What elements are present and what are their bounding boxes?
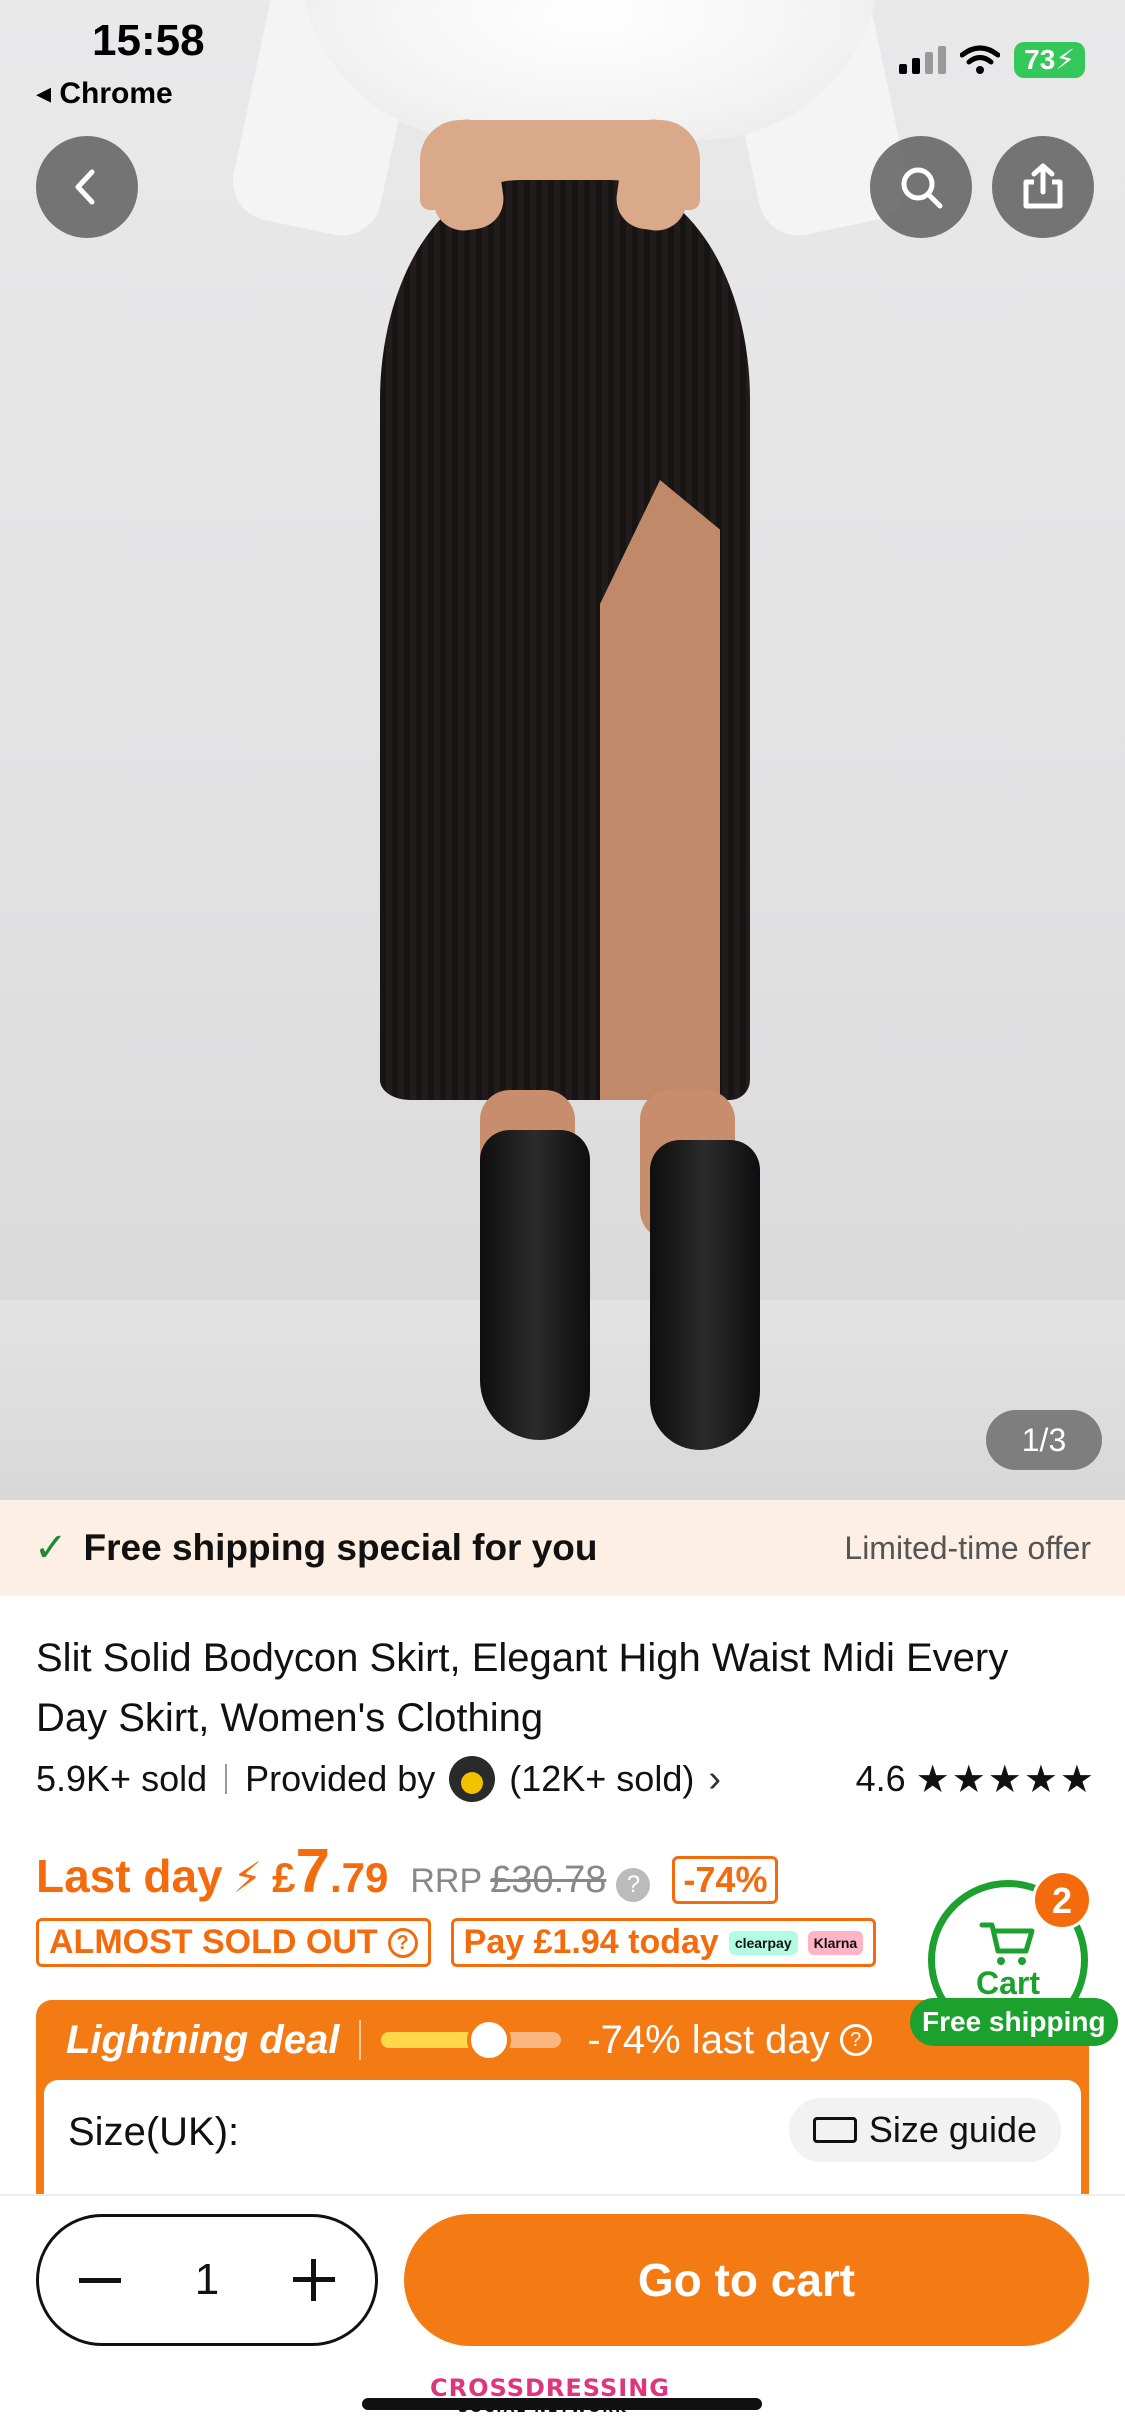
deal-discount-text: -74% last day [587, 2017, 830, 2062]
wifi-icon [960, 45, 1001, 74]
chevron-left-icon [75, 169, 95, 205]
seller-avatar[interactable] [449, 1756, 496, 1802]
image-leg-slit [600, 480, 720, 1100]
divider [359, 2020, 362, 2060]
clock-icon [467, 2018, 512, 2062]
rating[interactable]: 4.6 ★★★★★ [856, 1757, 1096, 1802]
size-guide-label: Size guide [868, 2109, 1037, 2150]
cart-label: Cart [975, 1964, 1040, 2001]
product-meta: 5.9K+ sold Provided by (12K+ sold) › 4.6… [36, 1756, 1096, 1802]
bolt-icon: ⚡ [232, 1854, 263, 1901]
cart-count-badge: 2 [1032, 1870, 1092, 1930]
free-shipping-banner[interactable]: ✓ Free shipping special for you Limited-… [0, 1500, 1125, 1596]
home-indicator[interactable] [362, 2398, 762, 2410]
divider [225, 1764, 228, 1794]
image-boot [650, 1140, 760, 1450]
search-button[interactable] [870, 136, 972, 238]
pay-today-text: Pay £1.94 today [463, 1923, 719, 1961]
almost-sold-out-badge[interactable]: ALMOST SOLD OUT ? [36, 1918, 431, 1967]
go-to-cart-button[interactable]: Go to cart [404, 2214, 1089, 2346]
clearpay-logo: clearpay [728, 1930, 798, 1955]
plus-icon[interactable] [292, 2259, 335, 2301]
cart-free-shipping-label: Free shipping [910, 1998, 1118, 2046]
battery-level: 73 [1024, 44, 1056, 75]
product-image[interactable] [0, 0, 1125, 1500]
seller-sold[interactable]: (12K+ sold) [509, 1758, 694, 1800]
size-guide-button[interactable]: Size guide [788, 2098, 1061, 2162]
price-integer: 7 [295, 1837, 330, 1906]
minus-icon[interactable] [79, 2277, 121, 2283]
provided-by-label: Provided by [245, 1758, 436, 1799]
last-day-label: Last day [36, 1850, 223, 1902]
cellular-signal-icon [899, 46, 947, 74]
quantity-value[interactable]: 1 [195, 2255, 219, 2305]
quantity-stepper: 1 [36, 2214, 378, 2346]
ruler-icon [812, 2117, 857, 2143]
rrp-value: £30.78 [490, 1859, 607, 1901]
lightning-deal-label: Lightning deal [66, 2017, 340, 2062]
check-icon: ✓ [34, 1526, 68, 1570]
question-icon: ? [387, 1927, 418, 1958]
star-rating-icons: ★★★★★ [915, 1758, 1096, 1801]
klarna-logo: Klarna [807, 1930, 864, 1955]
status-indicators: 73⚡ [899, 42, 1085, 78]
share-button[interactable] [992, 136, 1094, 238]
price-currency: £ [272, 1854, 296, 1901]
question-icon[interactable]: ? [839, 2024, 872, 2056]
price-row: Last day ⚡ £ 7 .79 RRP £30.78 ? -74% [36, 1836, 779, 1907]
almost-sold-out-text: ALMOST SOLD OUT [49, 1923, 378, 1961]
battery-indicator: 73⚡ [1014, 42, 1085, 78]
share-icon [1023, 163, 1063, 209]
chevron-right-icon[interactable]: › [708, 1758, 721, 1801]
image-counter: 1/3 [986, 1410, 1102, 1470]
charging-icon: ⚡ [1055, 44, 1075, 75]
limited-offer-text: Limited-time offer [844, 1529, 1091, 1566]
rrp-label: RRP [410, 1862, 483, 1900]
free-shipping-text: Free shipping special for you [83, 1527, 598, 1568]
back-button[interactable] [36, 136, 138, 238]
question-icon[interactable]: ? [616, 1868, 651, 1902]
size-label: Size(UK): [68, 2110, 240, 2154]
badges-row: ALMOST SOLD OUT ? Pay £1.94 today clearp… [36, 1918, 877, 1967]
image-boot [480, 1130, 590, 1440]
deal-progress-bar [381, 2018, 562, 2062]
rating-value: 4.6 [855, 1758, 906, 1799]
sold-count: 5.9K+ sold [36, 1758, 208, 1799]
search-icon [901, 167, 943, 209]
price-decimal: .79 [329, 1854, 389, 1901]
status-time: 15:58 [92, 16, 205, 65]
product-title: Slit Solid Bodycon Skirt, Elegant High W… [36, 1636, 1009, 1740]
back-to-app[interactable]: ◂ Chrome [36, 76, 173, 111]
discount-badge: -74% [672, 1856, 779, 1904]
cart-icon [979, 1922, 1035, 1965]
pay-today-badge[interactable]: Pay £1.94 today clearpay Klarna [450, 1918, 877, 1967]
